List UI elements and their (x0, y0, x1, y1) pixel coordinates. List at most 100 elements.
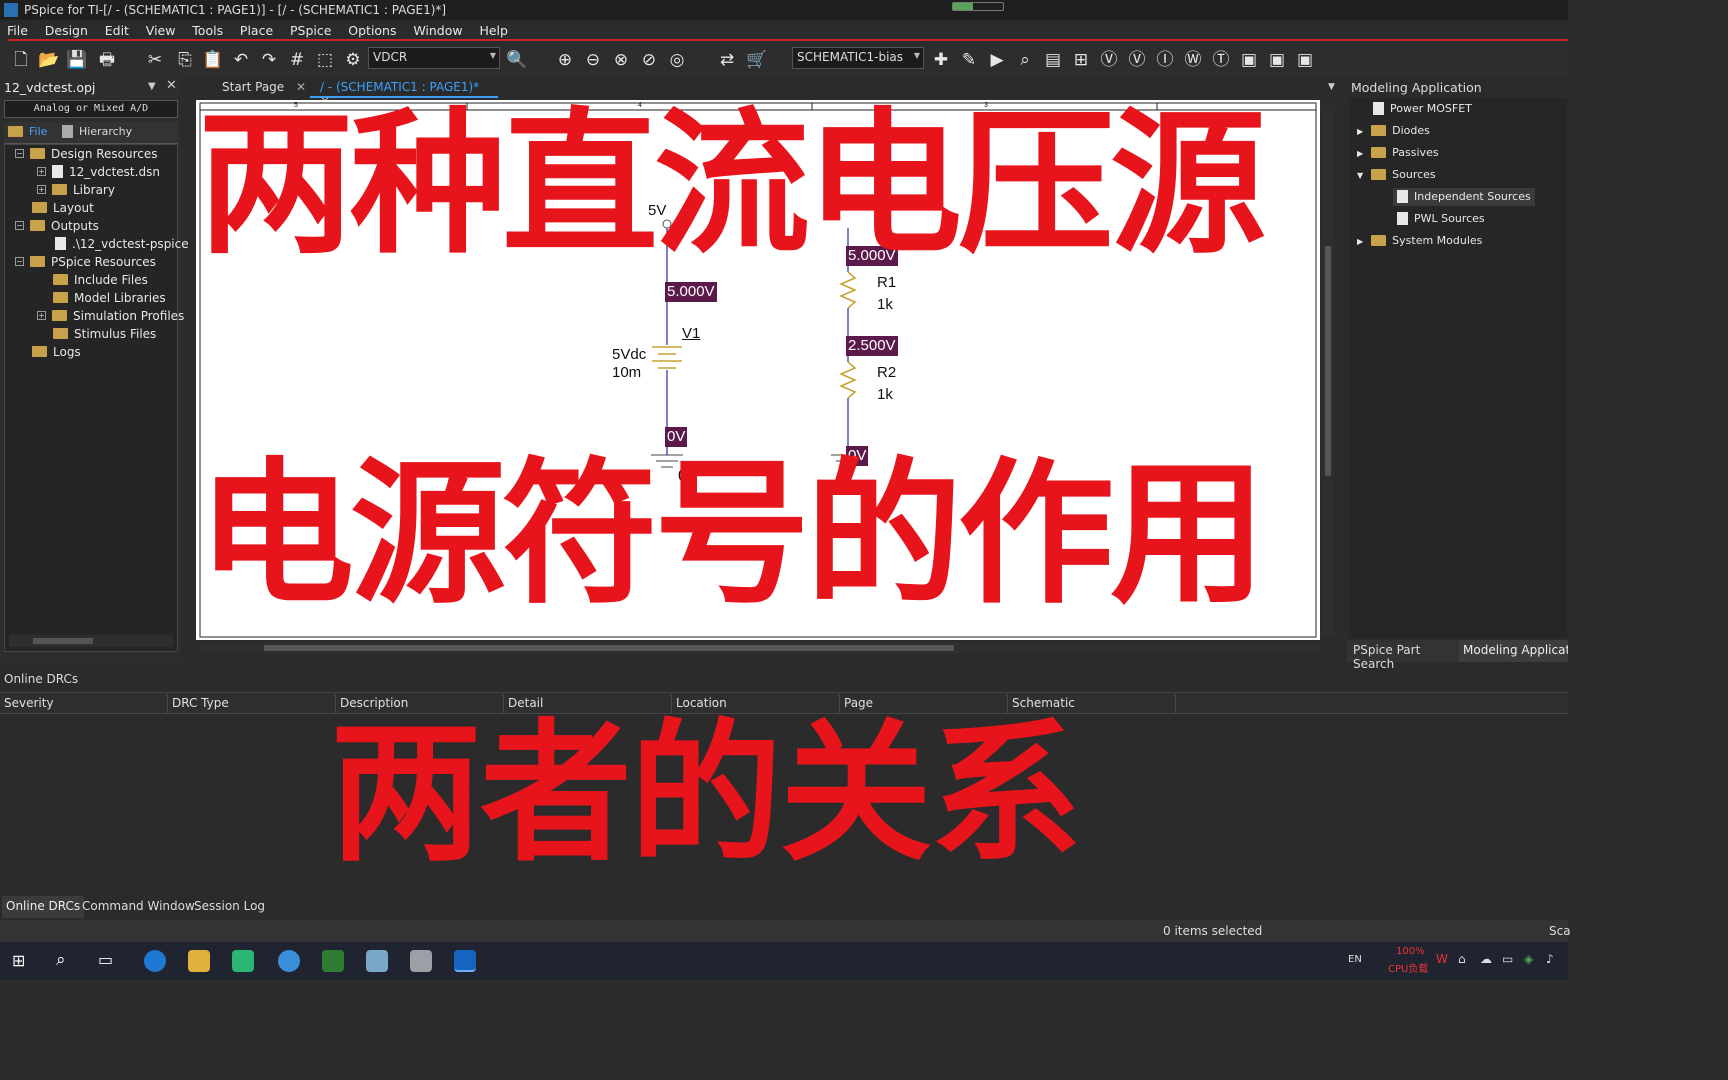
app-icon[interactable] (278, 950, 300, 972)
horizontal-scrollbar[interactable] (200, 642, 1320, 654)
tree-logs[interactable]: Logs (32, 345, 81, 359)
voltage-marker-icon[interactable]: Ⓥ (1098, 50, 1120, 70)
tree-design-resources[interactable]: − Design Resources (15, 147, 158, 161)
task-view-icon[interactable]: ▭ (98, 950, 113, 969)
undo-icon[interactable]: ↶ (230, 50, 252, 70)
model-diodes[interactable]: ▶ Diodes (1357, 124, 1430, 137)
tree-pspice-resources[interactable]: − PSpice Resources (15, 255, 156, 269)
annotate-icon[interactable]: ⇄ (716, 50, 738, 70)
tab-session-log[interactable]: Session Log (190, 896, 269, 918)
menu-view[interactable]: View (139, 20, 182, 38)
model-independent-sources[interactable]: Independent Sources (1393, 188, 1535, 206)
horizontal-scrollbar[interactable] (9, 635, 173, 647)
tab-pspice-part-search[interactable]: PSpice Part Search (1347, 640, 1459, 671)
chevron-down-icon[interactable]: ▼ (148, 81, 156, 92)
redo-icon[interactable]: ↷ (258, 50, 280, 70)
menu-design[interactable]: Design (38, 20, 94, 38)
open-icon[interactable]: 📂 (38, 50, 60, 70)
voltage-marker-v1-top[interactable]: 5.000V (665, 282, 717, 302)
model-pwl-sources[interactable]: PWL Sources (1397, 211, 1485, 226)
v1-tolerance[interactable]: 10m (612, 364, 641, 381)
r2-value[interactable]: 1k (877, 386, 893, 403)
diff-voltage-marker-icon[interactable]: Ⓥ (1126, 50, 1148, 70)
copy-icon[interactable]: ⎘ (174, 50, 196, 70)
tree-dsn[interactable]: +12_vdctest.dsn (37, 165, 160, 179)
search-icon[interactable]: 🔍 (506, 50, 528, 70)
r1-value[interactable]: 1k (877, 296, 893, 313)
tree-stimulus-files[interactable]: Stimulus Files (53, 327, 156, 341)
v1-refdes[interactable]: V1 (682, 325, 700, 342)
r1-refdes[interactable]: R1 (877, 274, 896, 291)
scrollbar-thumb[interactable] (264, 645, 954, 651)
tree-layout[interactable]: Layout (32, 201, 94, 215)
new-profile-icon[interactable]: ✚ (930, 50, 952, 70)
paste-icon[interactable]: 📋 (202, 50, 224, 70)
menu-edit[interactable]: Edit (98, 20, 135, 38)
menu-window[interactable]: Window (406, 20, 468, 38)
battery-icon[interactable]: ▭ (1502, 952, 1513, 966)
model-sources[interactable]: ▼ Sources (1357, 168, 1436, 181)
volume-icon[interactable]: ♪ (1546, 952, 1554, 966)
tab-online-drcs[interactable]: Online DRCs (2, 896, 85, 918)
zoom-in-icon[interactable]: ⊕ (554, 50, 576, 70)
zoom-fit-icon[interactable]: ⊗ (610, 50, 632, 70)
save-icon[interactable]: 💾 (66, 50, 88, 70)
language-indicator[interactable]: EN (1348, 954, 1362, 965)
app-icon[interactable] (410, 950, 432, 972)
tab-file[interactable]: File (8, 125, 47, 138)
part-combo[interactable]: VDCR ▼ (368, 47, 500, 69)
file-explorer-icon[interactable] (188, 950, 210, 972)
tree-library[interactable]: + Library (37, 183, 115, 197)
v1-value[interactable]: 5Vdc (612, 346, 646, 363)
scrollbar-thumb[interactable] (33, 638, 93, 644)
close-icon[interactable]: ✕ (296, 80, 306, 94)
security-icon[interactable]: ◈ (1524, 952, 1533, 966)
model-power-mosfet[interactable]: Power MOSFET (1373, 101, 1472, 116)
wps-icon[interactable]: W (1436, 952, 1448, 966)
tree-model-libraries[interactable]: Model Libraries (53, 291, 166, 305)
scrollbar-thumb[interactable] (1325, 246, 1331, 476)
tab-hierarchy[interactable]: Hierarchy (62, 124, 132, 139)
menu-file[interactable]: File (0, 20, 34, 38)
edit-profile-icon[interactable]: ✎ (958, 50, 980, 70)
app-icon[interactable] (232, 950, 254, 972)
search-icon[interactable]: ⌕ (56, 950, 66, 970)
run-icon[interactable]: ▶ (986, 50, 1008, 70)
network-icon[interactable]: ⌂ (1458, 952, 1466, 966)
new-icon[interactable]: 🗋 (10, 50, 32, 70)
zoom-area-icon[interactable]: ⊘ (638, 50, 660, 70)
col-drc-type[interactable]: DRC Type (168, 694, 336, 714)
app-icon[interactable] (144, 950, 166, 972)
print-icon[interactable]: 🖶 (96, 50, 118, 70)
grid-icon[interactable]: # (286, 50, 308, 70)
menu-pspice[interactable]: PSpice (283, 20, 337, 38)
tree-outputs[interactable]: − Outputs (15, 219, 99, 233)
pd-icon[interactable]: ▣ (1294, 50, 1316, 70)
model-passives[interactable]: ▶ Passives (1357, 146, 1439, 159)
voltage-marker-mid[interactable]: 2.500V (846, 336, 898, 356)
tree-pspice-output[interactable]: .\12_vdctest-pspice (55, 237, 189, 251)
r2-refdes[interactable]: R2 (877, 364, 896, 381)
marker-icon[interactable]: ⌕ (1014, 50, 1036, 70)
part-icon[interactable]: ⚙ (342, 50, 364, 70)
col-severity[interactable]: Severity (0, 694, 168, 714)
text-marker-icon[interactable]: Ⓣ (1210, 50, 1232, 70)
cloud-icon[interactable]: ☁ (1480, 952, 1492, 966)
power-marker-icon[interactable]: Ⓦ (1182, 50, 1204, 70)
oscilloscope-app-icon[interactable] (322, 950, 344, 972)
find-icon[interactable]: ◎ (666, 50, 688, 70)
model-system-modules[interactable]: ▶ System Modules (1357, 234, 1482, 247)
current-marker-icon[interactable]: Ⓘ (1154, 50, 1176, 70)
vd-icon[interactable]: ▣ (1238, 50, 1260, 70)
close-icon[interactable]: ✕ (166, 78, 177, 93)
cd-icon[interactable]: ▣ (1266, 50, 1288, 70)
pspice-app-icon[interactable] (454, 950, 476, 972)
menu-place[interactable]: Place (233, 20, 279, 38)
zoom-out-icon[interactable]: ⊖ (582, 50, 604, 70)
results-icon[interactable]: ▤ (1042, 50, 1064, 70)
windows-start-icon[interactable]: ⊞ (12, 952, 30, 970)
vertical-scrollbar[interactable] (1322, 106, 1334, 636)
select-area-icon[interactable]: ⬚ (314, 50, 336, 70)
tree-simulation-profiles[interactable]: + Simulation Profiles (37, 309, 184, 323)
tab-command-window[interactable]: Command Window (78, 896, 199, 918)
